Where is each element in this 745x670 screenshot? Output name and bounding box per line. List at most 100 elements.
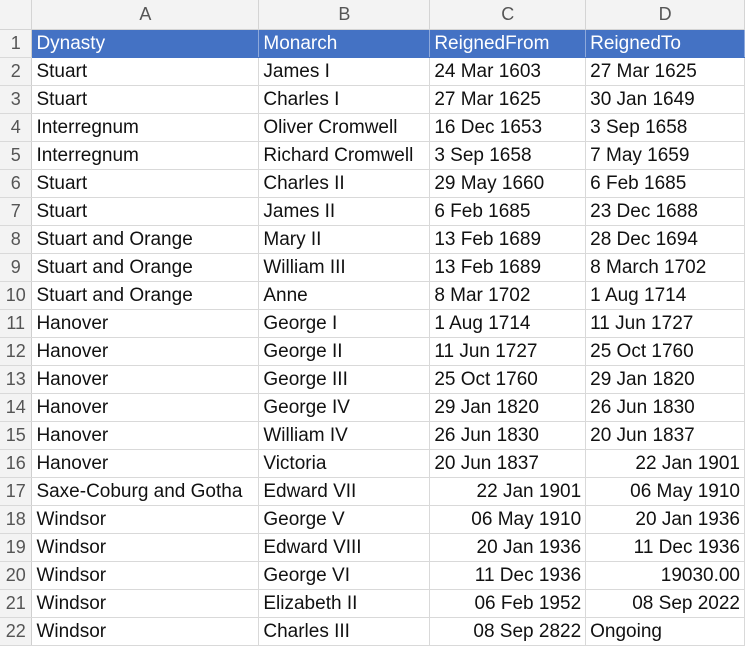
row-header-16[interactable]: 16 (0, 449, 33, 478)
cell-c8[interactable]: 13 Feb 1689 (429, 225, 587, 254)
cell-c15[interactable]: 26 Jun 1830 (429, 421, 587, 450)
cell-a2[interactable]: Stuart (31, 57, 260, 86)
cell-a21[interactable]: Windsor (31, 589, 260, 618)
cell-a18[interactable]: Windsor (31, 505, 260, 534)
cell-b3[interactable]: Charles I (258, 85, 431, 114)
cell-a11[interactable]: Hanover (31, 309, 260, 338)
cell-c12[interactable]: 11 Jun 1727 (429, 337, 587, 366)
cell-b1[interactable]: Monarch (258, 29, 431, 58)
cell-d10[interactable]: 1 Aug 1714 (585, 281, 745, 310)
cell-a1[interactable]: Dynasty (31, 29, 260, 58)
row-header-11[interactable]: 11 (0, 309, 33, 338)
column-header-d[interactable]: D (585, 0, 745, 30)
cell-a20[interactable]: Windsor (31, 561, 260, 590)
cell-d6[interactable]: 6 Feb 1685 (585, 169, 745, 198)
cell-c17[interactable]: 22 Jan 1901 (429, 477, 587, 506)
row-header-8[interactable]: 8 (0, 225, 33, 254)
cell-c5[interactable]: 3 Sep 1658 (429, 141, 587, 170)
cell-c22[interactable]: 08 Sep 2822 (429, 617, 587, 646)
cell-a14[interactable]: Hanover (31, 393, 260, 422)
cell-a16[interactable]: Hanover (31, 449, 260, 478)
cell-d2[interactable]: 27 Mar 1625 (585, 57, 745, 86)
cell-c4[interactable]: 16 Dec 1653 (429, 113, 587, 142)
row-header-19[interactable]: 19 (0, 533, 33, 562)
cell-b2[interactable]: James I (258, 57, 431, 86)
cell-b13[interactable]: George III (258, 365, 431, 394)
cell-b20[interactable]: George VI (258, 561, 431, 590)
cell-c9[interactable]: 13 Feb 1689 (429, 253, 587, 282)
cell-c19[interactable]: 20 Jan 1936 (429, 533, 587, 562)
cell-c13[interactable]: 25 Oct 1760 (429, 365, 587, 394)
cell-d3[interactable]: 30 Jan 1649 (585, 85, 745, 114)
cell-d17[interactable]: 06 May 1910 (585, 477, 745, 506)
cell-a22[interactable]: Windsor (31, 617, 260, 646)
cell-d13[interactable]: 29 Jan 1820 (585, 365, 745, 394)
cell-a13[interactable]: Hanover (31, 365, 260, 394)
row-header-13[interactable]: 13 (0, 365, 33, 394)
cell-a5[interactable]: Interregnum (31, 141, 260, 170)
row-header-18[interactable]: 18 (0, 505, 33, 534)
cell-d8[interactable]: 28 Dec 1694 (585, 225, 745, 254)
row-header-1[interactable]: 1 (0, 29, 33, 58)
cell-a12[interactable]: Hanover (31, 337, 260, 366)
cell-d7[interactable]: 23 Dec 1688 (585, 197, 745, 226)
row-header-14[interactable]: 14 (0, 393, 33, 422)
cell-c10[interactable]: 8 Mar 1702 (429, 281, 587, 310)
cell-d11[interactable]: 11 Jun 1727 (585, 309, 745, 338)
row-header-22[interactable]: 22 (0, 617, 33, 646)
cell-d22[interactable]: Ongoing (585, 617, 745, 646)
row-header-21[interactable]: 21 (0, 589, 33, 618)
cell-c21[interactable]: 06 Feb 1952 (429, 589, 587, 618)
column-header-c[interactable]: C (429, 0, 587, 30)
row-header-4[interactable]: 4 (0, 113, 33, 142)
cell-b10[interactable]: Anne (258, 281, 431, 310)
cell-b12[interactable]: George II (258, 337, 431, 366)
row-header-20[interactable]: 20 (0, 561, 33, 590)
cell-b16[interactable]: Victoria (258, 449, 431, 478)
cell-a10[interactable]: Stuart and Orange (31, 281, 260, 310)
cell-b9[interactable]: William III (258, 253, 431, 282)
cell-b18[interactable]: George V (258, 505, 431, 534)
cell-a6[interactable]: Stuart (31, 169, 260, 198)
cell-b11[interactable]: George I (258, 309, 431, 338)
cell-a19[interactable]: Windsor (31, 533, 260, 562)
cell-c11[interactable]: 1 Aug 1714 (429, 309, 587, 338)
cell-d19[interactable]: 11 Dec 1936 (585, 533, 745, 562)
cell-c6[interactable]: 29 May 1660 (429, 169, 587, 198)
cell-b17[interactable]: Edward VII (258, 477, 431, 506)
cell-c7[interactable]: 6 Feb 1685 (429, 197, 587, 226)
cell-a17[interactable]: Saxe-Coburg and Gotha (31, 477, 260, 506)
cell-c3[interactable]: 27 Mar 1625 (429, 85, 587, 114)
row-header-17[interactable]: 17 (0, 477, 33, 506)
cell-b15[interactable]: William IV (258, 421, 431, 450)
select-all-corner[interactable] (0, 0, 33, 30)
cell-c20[interactable]: 11 Dec 1936 (429, 561, 587, 590)
cell-b22[interactable]: Charles III (258, 617, 431, 646)
cell-a7[interactable]: Stuart (31, 197, 260, 226)
cell-c18[interactable]: 06 May 1910 (429, 505, 587, 534)
cell-d5[interactable]: 7 May 1659 (585, 141, 745, 170)
row-header-12[interactable]: 12 (0, 337, 33, 366)
column-header-a[interactable]: A (31, 0, 260, 30)
cell-d18[interactable]: 20 Jan 1936 (585, 505, 745, 534)
cell-b19[interactable]: Edward VIII (258, 533, 431, 562)
cell-a4[interactable]: Interregnum (31, 113, 260, 142)
cell-d9[interactable]: 8 March 1702 (585, 253, 745, 282)
cell-c16[interactable]: 20 Jun 1837 (429, 449, 587, 478)
row-header-7[interactable]: 7 (0, 197, 33, 226)
cell-b6[interactable]: Charles II (258, 169, 431, 198)
cell-b7[interactable]: James II (258, 197, 431, 226)
cell-b4[interactable]: Oliver Cromwell (258, 113, 431, 142)
cell-d21[interactable]: 08 Sep 2022 (585, 589, 745, 618)
row-header-6[interactable]: 6 (0, 169, 33, 198)
cell-b5[interactable]: Richard Cromwell (258, 141, 431, 170)
column-header-b[interactable]: B (258, 0, 431, 30)
cell-d12[interactable]: 25 Oct 1760 (585, 337, 745, 366)
row-header-2[interactable]: 2 (0, 57, 33, 86)
cell-a3[interactable]: Stuart (31, 85, 260, 114)
cell-a15[interactable]: Hanover (31, 421, 260, 450)
cell-b21[interactable]: Elizabeth II (258, 589, 431, 618)
cell-b8[interactable]: Mary II (258, 225, 431, 254)
row-header-3[interactable]: 3 (0, 85, 33, 114)
row-header-15[interactable]: 15 (0, 421, 33, 450)
